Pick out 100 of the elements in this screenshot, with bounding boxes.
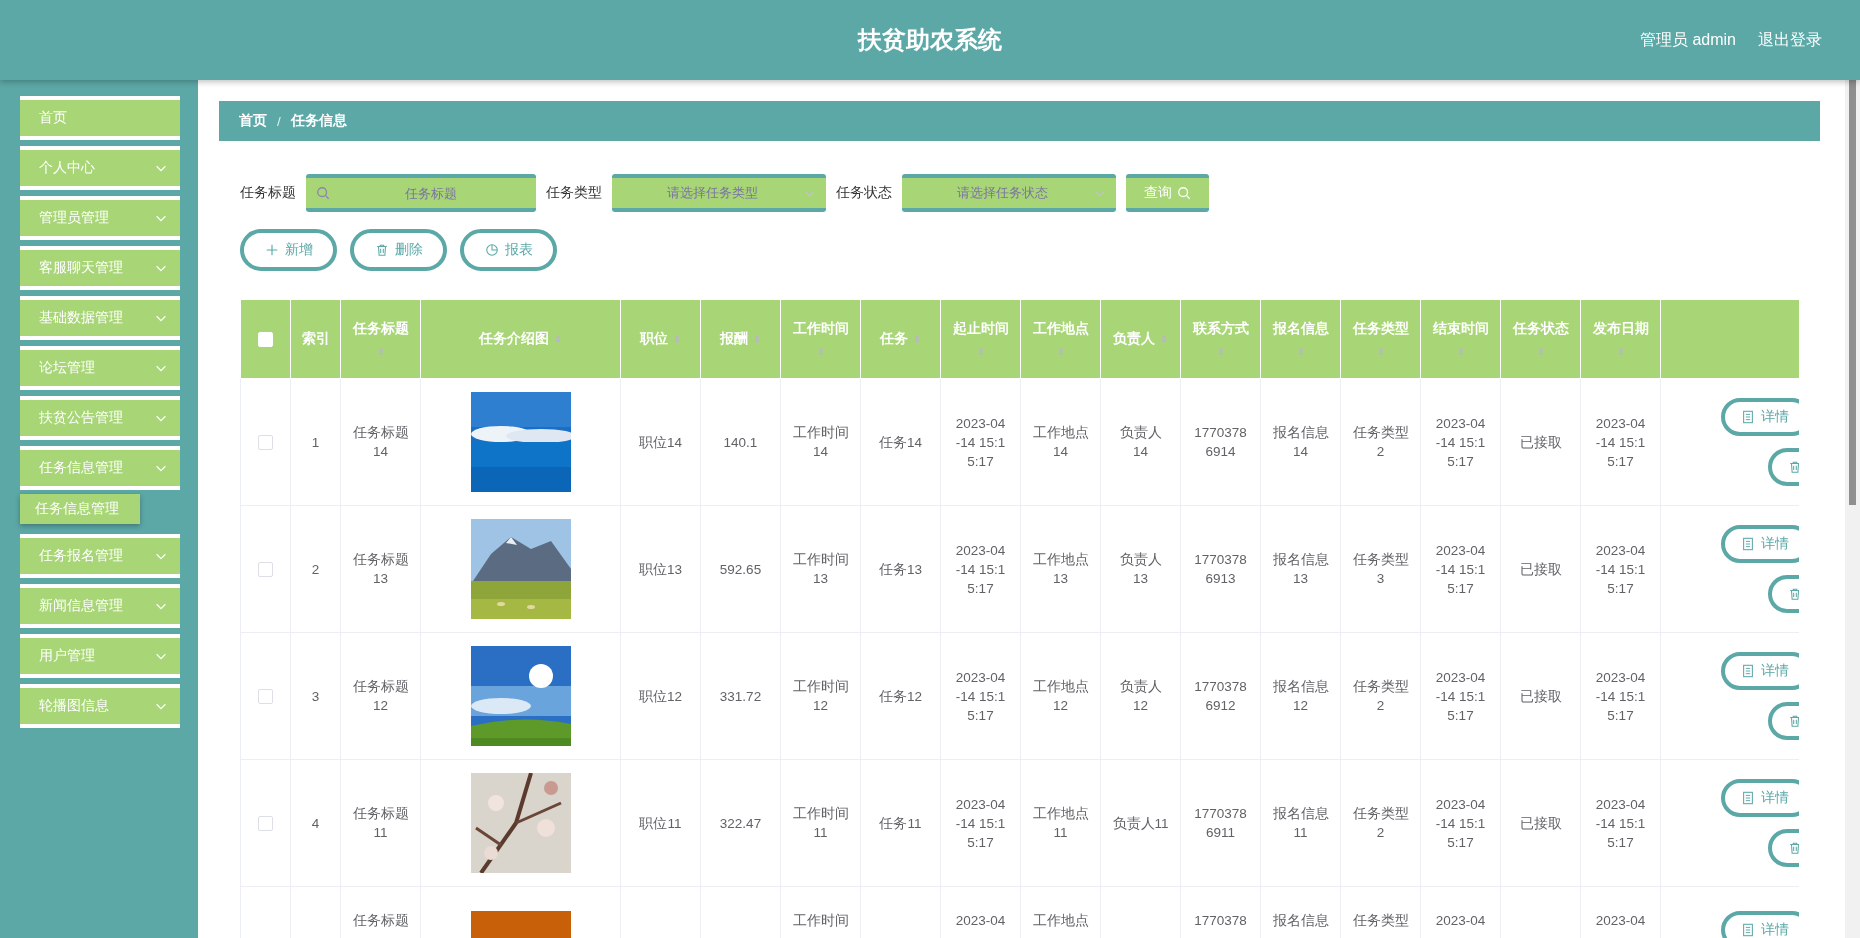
menu-item[interactable]: 首页: [20, 96, 180, 140]
menu-item[interactable]: 用户管理: [20, 634, 180, 678]
menu-item[interactable]: 管理员管理: [20, 196, 180, 240]
table-cell-text: 已接取: [1519, 814, 1562, 833]
table-cell-text: 负责人14: [1118, 424, 1163, 461]
table-cell-text: 工作时间11: [792, 805, 849, 842]
detail-button[interactable]: 详情: [1721, 779, 1799, 817]
table-cell-text: 2023-04-14 15:15:17: [1594, 668, 1647, 725]
trash-icon: [1788, 460, 1799, 474]
table-cell-text: 任务标题11: [352, 805, 409, 842]
breadcrumb-current: 任务信息: [290, 112, 347, 130]
table-cell-text: 职位14: [639, 433, 682, 452]
app-title: 扶贫助农系统: [858, 26, 1002, 53]
select-field[interactable]: 请选择任务状态: [902, 174, 1116, 212]
submenu-item[interactable]: 任务信息管理: [20, 494, 140, 524]
table-cell-text: 工作地点12: [1032, 678, 1089, 715]
menu-item[interactable]: 个人中心: [20, 146, 180, 190]
table-cell-text: 任务14: [879, 433, 922, 452]
table-cell-text: 1770378: [1194, 912, 1247, 930]
menu-item[interactable]: 新闻信息管理: [20, 584, 180, 628]
table-cell-text: 工作时间: [792, 912, 849, 930]
table-cell-text: 2023-04-14 15:15:17: [1434, 795, 1487, 852]
table-cell-text: 负责人13: [1118, 551, 1163, 588]
table-cell-text: 331.72: [719, 687, 762, 706]
table-cell-text: 17703786912: [1194, 678, 1247, 715]
table-cell-text: 已接取: [1519, 687, 1562, 706]
column-header[interactable]: 报酬: [719, 330, 762, 348]
checkbox[interactable]: [258, 561, 273, 577]
table-cell-text: 2: [311, 560, 320, 579]
table-cell-text: 2023-04: [1595, 912, 1646, 930]
table-cell-text: 任务类型2: [1352, 678, 1409, 715]
menu-item[interactable]: 任务信息管理: [20, 446, 180, 490]
table-cell-text: 2023-04-14 15:15:17: [954, 541, 1007, 598]
search-icon: [316, 186, 330, 200]
menu-item[interactable]: 论坛管理: [20, 346, 180, 390]
table-cell-text: 工作时间13: [792, 551, 849, 588]
table-cell-text: 任务类型2: [1352, 424, 1409, 461]
add-button[interactable]: 新增: [240, 229, 337, 271]
table-cell-text: 任务标题12: [352, 678, 409, 715]
detail-button[interactable]: 详情: [1721, 525, 1799, 563]
table-cell-text: 4: [311, 814, 320, 833]
table-cell-text: 2023-04-14 15:15:17: [954, 668, 1007, 725]
menu-item[interactable]: 任务报名管理: [20, 534, 180, 578]
table-cell-text: 3: [311, 687, 320, 706]
column-header[interactable]: 任务介绍图: [478, 330, 563, 348]
table-cell-text: 任务11: [879, 814, 922, 833]
table-cell-text: 140.1: [723, 433, 758, 452]
table-cell-text: 2023-04: [955, 912, 1006, 930]
checkbox[interactable]: [258, 434, 273, 450]
field-label: 任务类型: [546, 184, 602, 202]
checkbox[interactable]: [258, 688, 273, 704]
menu-item[interactable]: 轮播图信息: [20, 684, 180, 728]
table-cell-text: 工作时间12: [792, 678, 849, 715]
breadcrumb-link[interactable]: 首页: [239, 112, 267, 130]
scrollbar[interactable]: [1849, 80, 1856, 505]
query-button[interactable]: 查询: [1126, 174, 1209, 212]
trash-icon: [1788, 714, 1799, 728]
menu-item[interactable]: 扶贫公告管理: [20, 396, 180, 440]
table-cell-text: 报名信息12: [1272, 678, 1329, 715]
table-cell-text: 任务12: [879, 687, 922, 706]
menu-item[interactable]: 客服聊天管理: [20, 246, 180, 290]
column-header: 索引: [301, 330, 330, 348]
table-cell-text: 任务标题: [352, 912, 409, 930]
table-cell-text: 工作地点13: [1032, 551, 1089, 588]
table-cell-text: 报名信息14: [1272, 424, 1329, 461]
table-cell-text: 592.65: [719, 560, 762, 579]
table-cell-text: 2023-04-14 15:15:17: [1594, 541, 1647, 598]
pie-chart-icon: [484, 243, 499, 257]
table-cell-text: 报名信息13: [1272, 551, 1329, 588]
column-header[interactable]: 负责人: [1112, 330, 1169, 348]
delete-button[interactable]: 删除: [350, 229, 447, 271]
breadcrumb-separator: /: [277, 113, 281, 129]
trash-icon: [1788, 587, 1799, 601]
detail-button[interactable]: 详情: [1721, 398, 1799, 436]
report-button[interactable]: 报表: [460, 229, 557, 271]
table-cell-text: 任务类型3: [1352, 551, 1409, 588]
table-cell-text: 报名信息11: [1272, 805, 1329, 842]
detail-button[interactable]: 详情: [1721, 911, 1799, 938]
table-cell-text: 任务13: [879, 560, 922, 579]
document-icon: [1741, 664, 1755, 678]
column-header[interactable]: 职位: [639, 330, 682, 348]
table-cell-text: 工作地点14: [1032, 424, 1089, 461]
user-label: 管理员 admin: [1639, 29, 1736, 50]
search-field[interactable]: 任务标题: [306, 174, 536, 212]
menu-item[interactable]: 基础数据管理: [20, 296, 180, 340]
table-cell-text: 工作地点: [1032, 912, 1089, 930]
trash-icon: [374, 243, 389, 257]
table-cell-text: 任务标题14: [352, 424, 409, 461]
checkbox[interactable]: [258, 815, 273, 831]
table-cell-text: 17703786913: [1194, 551, 1247, 588]
table-cell-text: 17703786914: [1194, 424, 1247, 461]
column-header[interactable]: 任务: [879, 330, 922, 348]
field-label: 任务状态: [836, 184, 892, 202]
document-icon: [1741, 791, 1755, 805]
table-cell-text: 职位11: [639, 814, 682, 833]
table-cell-text: 负责人11: [1112, 814, 1169, 833]
select-field[interactable]: 请选择任务类型: [612, 174, 826, 212]
logout-link[interactable]: 退出登录: [1758, 29, 1822, 51]
detail-button[interactable]: 详情: [1721, 652, 1799, 690]
table-cell-text: 2023-04-14 15:15:17: [1434, 541, 1487, 598]
